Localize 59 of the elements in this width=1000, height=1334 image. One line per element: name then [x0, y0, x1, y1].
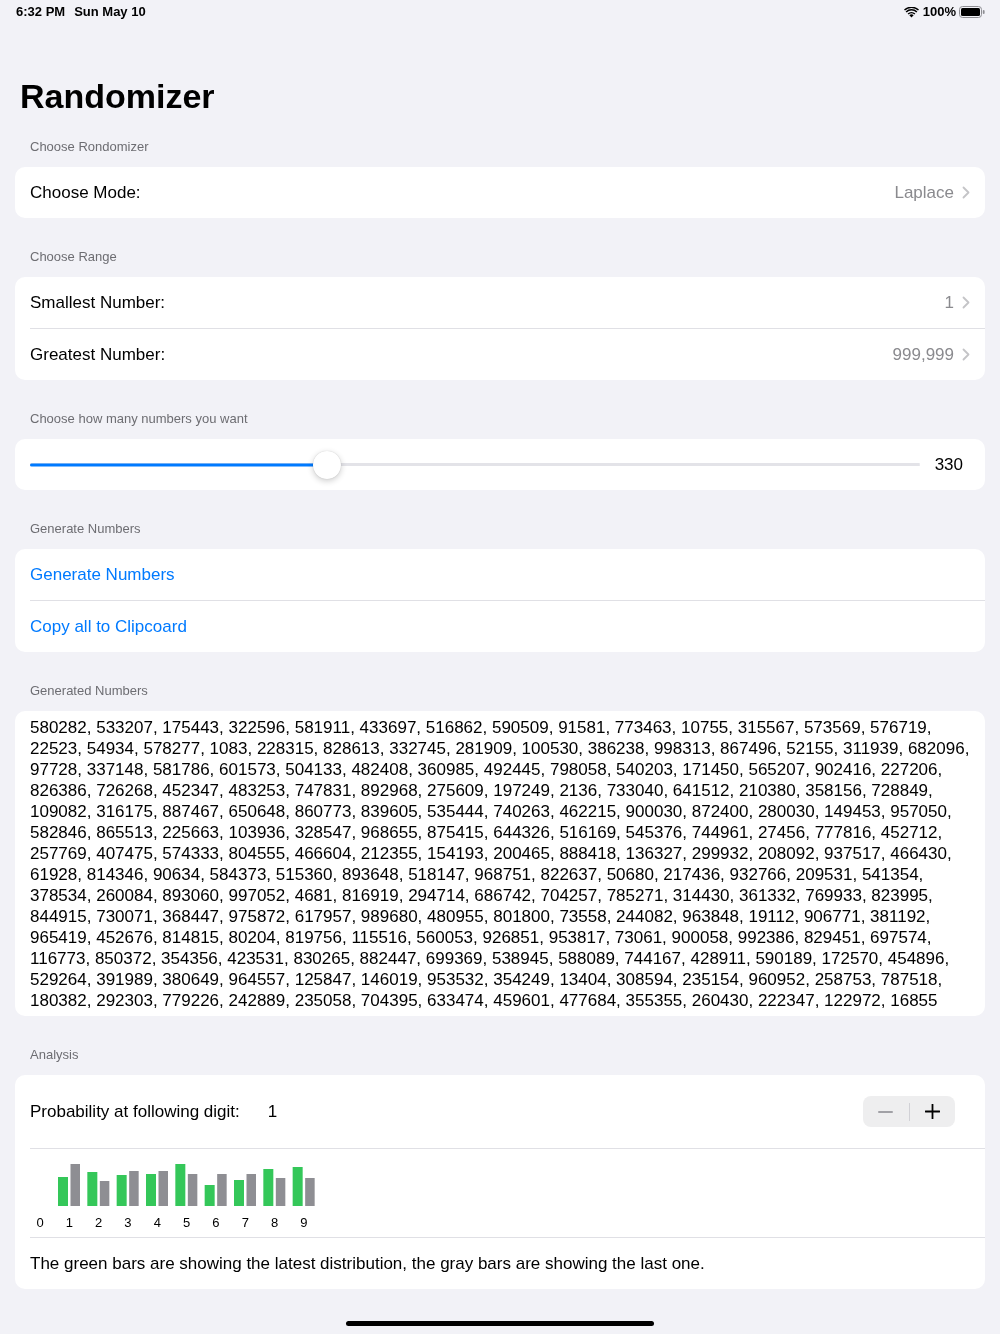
setting-value[interactable]: 1 — [944, 289, 954, 316]
section-header: Generated Numbers — [30, 683, 148, 698]
section-header: Choose Range — [30, 249, 117, 264]
digit-label: 6 — [212, 1215, 220, 1231]
battery-percent: 100% — [922, 3, 956, 22]
digit-label: 4 — [153, 1215, 161, 1231]
previous-bar — [246, 1174, 257, 1206]
chevron-icon[interactable] — [962, 186, 970, 199]
digit-label: 9 — [300, 1215, 308, 1231]
section-header: Analysis — [30, 1047, 79, 1062]
previous-bar — [100, 1181, 110, 1206]
digit-label: 2 — [95, 1215, 103, 1231]
latest-bar — [263, 1169, 274, 1206]
generated-numbers-text: 580282, 533207, 175443, 322596, 581911, 433697, 516862, 590509, 91581, 773463, 10755, 315567, 573569, 576719, 22523, 54934, 578277, 1083, 228315, 828613, 332745, 281909, 100530, 386238, 998313, 867496, 52155, 311939, 682096, 97728, 337148, 581786, 601573, 504133, 482408, 360985, 492445, 798058, 540203, 171450, 565207, 902416, 227206, 826386, 726268, 452347, 483253, 747831, 892968, 275609, 197249, 2136, 733040, 641512, 210380, 358156, 728849, 109082, 316175, 887467, 650648, 860773, 839605, 535444, 740263, 462215, 900030, 872400, 280030, 149453, 957050, 582846, 865513, 225663, 103936, 328547, 968655, 875415, 644326, 516169, 545376, 744961, 27456, 777816, 452712, 257769, 407475, 574333, 804555, 466604, 212355, 154193, 200465, 888418, 136327, 299932, 208092, 937517, 466430, 61928, 814346, 90634, 584373, 515360, 893648, 518147, 968751, 822637, 50680, 217436, 932766, 209531, 541354, 378534, 260084, 893060, 997052, 4681, 816919, 294714, 686742, 704257, 785271, 314430, 361332, 769933, 823995, 844915, 730071, 368447, 975872, 617957, 989680, 480955, 801800, 73558, 244082, 963848, 19112, 906771, 381192, 965419, 452676, 814815, 80204, 819756, 115516, 560053, 926851, 953817, 73061, 900058, 992386, 829451, 697574, 116773, 850372, 354356, 423531, 830265, 882447, 699369, 538945, 588089, 744167, 428911, 590189, 172570, 454896, 529264, 391989, 380649, 964557, 125847, 146019, 953532, 354249, 13404, 308594, 235154, 960952, 258753, 787518, 180382, 292303, 779226, 242889, 235058, 704395, 633474, 459601, 477684, 355355, 260430, 222347, 122972, 16855 — [30, 717, 971, 1011]
latest-bar — [234, 1180, 245, 1206]
previous-bar — [158, 1171, 169, 1206]
status-time: 6:32 PM — [16, 3, 66, 22]
digit-label: 1 — [65, 1215, 73, 1231]
digit-label: 5 — [183, 1215, 191, 1231]
page-title: Randomizer — [20, 76, 216, 117]
latest-bar — [205, 1185, 215, 1206]
probability-digit: 1 — [267, 1100, 278, 1123]
battery-icon — [959, 6, 985, 18]
setting-value[interactable]: Laplace — [894, 179, 954, 206]
latest-bar — [293, 1167, 303, 1206]
previous-bar — [129, 1171, 139, 1206]
section-header: Choose Rondomizer — [30, 139, 149, 154]
latest-bar — [87, 1172, 98, 1206]
chevron-icon[interactable] — [962, 296, 970, 309]
status-date: Sun May 10 — [74, 3, 146, 22]
plus-icon — [924, 1104, 940, 1119]
slider-reading: 330 — [934, 453, 963, 476]
latest-bar — [58, 1177, 69, 1206]
previous-bar — [70, 1164, 81, 1206]
setting-label: Smallest Number: — [30, 291, 166, 314]
previous-bar — [276, 1178, 286, 1206]
setting-value[interactable]: 999,999 — [892, 341, 954, 368]
previous-bar — [188, 1174, 198, 1206]
latest-bar — [175, 1164, 186, 1206]
text-button[interactable]: Generate Numbers — [30, 561, 175, 588]
digit-label: 8 — [271, 1215, 279, 1231]
latest-bar — [117, 1175, 127, 1206]
setting-label: Choose Mode: — [30, 181, 141, 204]
previous-bar — [305, 1178, 315, 1206]
text-button[interactable]: Copy all to Clipcoard — [30, 613, 187, 640]
chevron-icon[interactable] — [962, 348, 970, 361]
slider-thumb[interactable] — [313, 450, 342, 479]
section-header: Generate Numbers — [30, 521, 141, 536]
minus-icon — [878, 1110, 894, 1113]
latest-bar — [146, 1174, 157, 1206]
wifi-icon — [903, 6, 919, 18]
setting-label: Greatest Number: — [30, 343, 166, 366]
digit-label: 0 — [36, 1215, 44, 1231]
section-header: Choose how many numbers you want — [30, 411, 248, 426]
chart-caption: The green bars are showing the latest distribution, the gray bars are showing the last one. — [30, 1252, 705, 1275]
probability-label: Probability at following digit: — [30, 1100, 240, 1123]
previous-bar — [217, 1174, 227, 1206]
digit-label: 7 — [241, 1215, 249, 1231]
digit-label: 3 — [124, 1215, 132, 1231]
